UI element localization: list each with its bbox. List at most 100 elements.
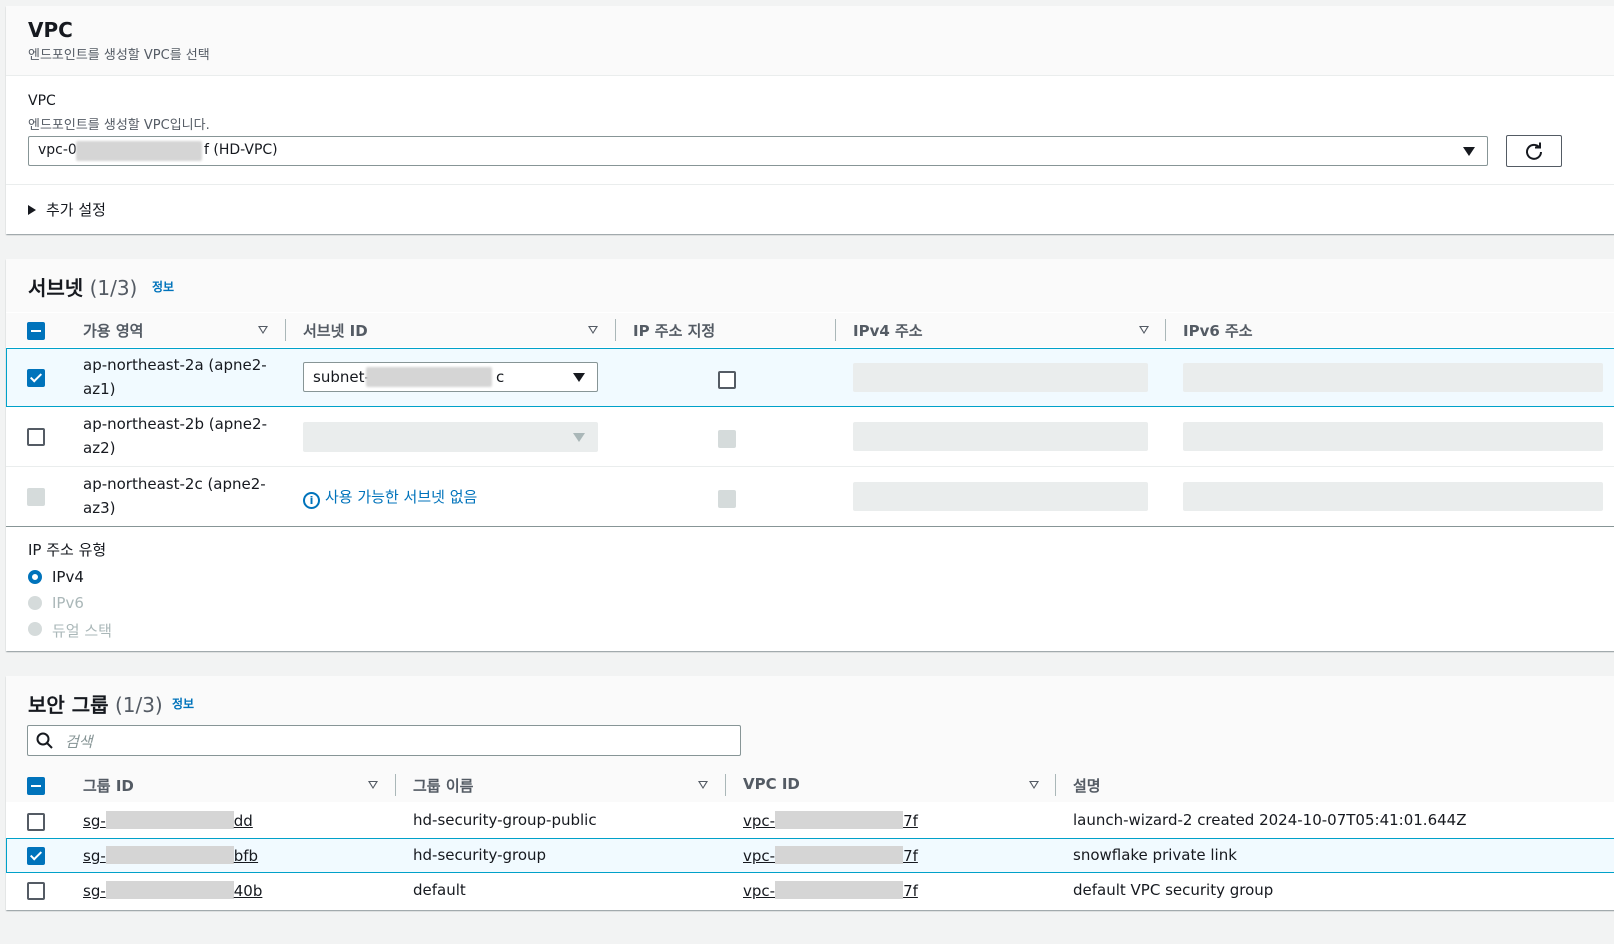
vpc-suffix: 7f bbox=[903, 812, 918, 830]
vpc-field-label: VPC bbox=[28, 93, 56, 109]
redacted-id bbox=[105, 846, 234, 864]
column-separator bbox=[395, 774, 396, 796]
ipv6-radio-label: IPv6 bbox=[52, 594, 84, 612]
ip-type-label: IP 주소 유형 bbox=[28, 541, 107, 559]
availability-zone-line2: az1) bbox=[83, 380, 116, 398]
sg-group-id-link[interactable]: sg-bfb bbox=[83, 846, 258, 865]
sg-row-checkbox[interactable] bbox=[27, 847, 45, 865]
vpc-panel bbox=[6, 6, 1614, 234]
vpc-field-description: 엔드포인트를 생성할 VPC입니다. bbox=[28, 118, 210, 133]
column-group-name[interactable]: 그룹 이름 bbox=[413, 775, 473, 796]
info-icon: i bbox=[303, 492, 320, 509]
subnet-row-checkbox[interactable] bbox=[27, 369, 45, 387]
gid-suffix: 40b bbox=[233, 882, 263, 900]
availability-zone-line2: az2) bbox=[83, 439, 116, 457]
column-availability-zone[interactable]: 가용 영역 bbox=[83, 320, 143, 341]
redacted-id bbox=[775, 846, 904, 864]
no-subnet-message: i 사용 가능한 서브넷 없음 bbox=[303, 486, 477, 509]
sg-description: default VPC security group bbox=[1073, 881, 1274, 899]
column-subnet-id[interactable]: 서브넷 ID bbox=[303, 320, 368, 341]
sg-info-link[interactable]: 정보 bbox=[172, 695, 194, 712]
sort-icon[interactable] bbox=[588, 326, 598, 334]
additional-settings-label: 추가 설정 bbox=[46, 201, 106, 219]
sort-icon[interactable] bbox=[1139, 326, 1149, 334]
row-divider bbox=[6, 466, 1614, 467]
column-ipv6-address: IPv6 주소 bbox=[1183, 322, 1253, 340]
sg-row-checkbox[interactable] bbox=[27, 813, 45, 831]
sg-group-name: hd-security-group-public bbox=[413, 811, 597, 829]
ipv4-address-input-disabled bbox=[853, 482, 1148, 511]
gid-prefix: sg- bbox=[83, 882, 106, 900]
vpc-prefix: vpc- bbox=[743, 812, 776, 830]
ip-assignment-checkbox-disabled bbox=[718, 490, 736, 508]
sg-description: launch-wizard-2 created 2024-10-07T05:41… bbox=[1073, 811, 1467, 829]
sg-vpc-id-link[interactable]: vpc- 7f bbox=[743, 811, 918, 830]
subnet-section-title: 서브넷 (1/3) bbox=[28, 272, 137, 301]
sg-search-input[interactable]: 검색 bbox=[27, 725, 741, 756]
column-description: 설명 bbox=[1073, 777, 1101, 795]
ipv4-radio[interactable] bbox=[28, 570, 42, 584]
sg-group-id-link[interactable]: sg-dd bbox=[83, 811, 253, 830]
sg-title: 보안 그룹 bbox=[28, 693, 109, 717]
table-bottom-border bbox=[6, 526, 1614, 527]
column-separator bbox=[615, 319, 616, 341]
refresh-button[interactable] bbox=[1506, 135, 1562, 167]
subnet-title: 서브넷 bbox=[28, 276, 84, 300]
sg-table-header bbox=[6, 768, 1614, 802]
sg-vpc-id-link[interactable]: vpc- 7f bbox=[743, 846, 918, 865]
chevron-down-icon bbox=[573, 433, 585, 442]
subnet-row-checkbox[interactable] bbox=[27, 428, 45, 446]
sort-icon[interactable] bbox=[1029, 781, 1039, 789]
ipv6-address-input-disabled bbox=[1183, 363, 1603, 392]
sg-row-checkbox[interactable] bbox=[27, 882, 45, 900]
sort-icon[interactable] bbox=[258, 326, 268, 334]
column-separator bbox=[285, 319, 286, 341]
column-vpc-id[interactable]: VPC ID bbox=[743, 775, 800, 793]
subnet-id-select[interactable]: subnet- c bbox=[303, 362, 598, 392]
refresh-icon bbox=[1526, 142, 1542, 160]
divider bbox=[6, 184, 1614, 185]
gid-suffix: bfb bbox=[233, 847, 259, 865]
gid-prefix: sg- bbox=[83, 812, 106, 830]
ipv6-address-input-disabled bbox=[1183, 422, 1603, 451]
ipv4-address-input-disabled bbox=[853, 363, 1148, 392]
select-all-subnets-checkbox[interactable] bbox=[27, 322, 45, 340]
availability-zone-line2: az3) bbox=[83, 499, 116, 517]
select-all-sg-checkbox[interactable] bbox=[27, 777, 45, 795]
subnet-row-checkbox-disabled bbox=[27, 488, 45, 506]
subnet-id-prefix: subnet- bbox=[313, 368, 370, 386]
no-subnet-text: 사용 가능한 서브넷 없음 bbox=[325, 488, 478, 506]
sort-icon[interactable] bbox=[698, 781, 708, 789]
caret-right-icon bbox=[28, 205, 36, 215]
vpc-prefix: vpc- bbox=[743, 882, 776, 900]
sg-group-id-link[interactable]: sg- 40b bbox=[83, 881, 262, 900]
vpc-section-title: VPC bbox=[28, 18, 73, 42]
subnet-count: (1/3) bbox=[89, 276, 138, 300]
subnet-id-suffix: c bbox=[496, 368, 505, 386]
availability-zone-line1: ap-northeast-2b (apne2- bbox=[83, 415, 267, 433]
sg-section-title: 보안 그룹 (1/3) bbox=[28, 689, 163, 718]
sg-vpc-id-link[interactable]: vpc- 7f bbox=[743, 881, 918, 900]
column-separator bbox=[835, 319, 836, 341]
sg-group-name: default bbox=[413, 881, 466, 899]
redacted-id bbox=[775, 811, 904, 829]
vpc-select[interactable]: vpc-0 f (HD-VPC) bbox=[28, 136, 1488, 166]
sort-icon[interactable] bbox=[368, 781, 378, 789]
availability-zone-line1: ap-northeast-2a (apne2- bbox=[83, 356, 267, 374]
column-ip-assignment: IP 주소 지정 bbox=[633, 322, 716, 340]
subnet-panel-header bbox=[6, 259, 1614, 312]
vpc-prefix: vpc- bbox=[743, 847, 776, 865]
ipv6-address-input-disabled bbox=[1183, 482, 1603, 511]
redacted-subnet-id bbox=[366, 367, 492, 387]
subnet-info-link[interactable]: 정보 bbox=[152, 278, 174, 295]
column-separator bbox=[1055, 774, 1056, 796]
sg-count: (1/3) bbox=[114, 693, 163, 717]
additional-settings-toggle[interactable]: 추가 설정 bbox=[28, 199, 106, 220]
redacted-id bbox=[105, 881, 234, 899]
ip-assignment-checkbox[interactable] bbox=[718, 371, 736, 389]
column-ipv4-address[interactable]: IPv4 주소 bbox=[853, 320, 923, 341]
ipv4-radio-label[interactable]: IPv4 bbox=[52, 568, 84, 586]
column-group-id[interactable]: 그룹 ID bbox=[83, 775, 134, 796]
chevron-down-icon bbox=[573, 373, 585, 382]
vpc-suffix: 7f bbox=[903, 882, 918, 900]
